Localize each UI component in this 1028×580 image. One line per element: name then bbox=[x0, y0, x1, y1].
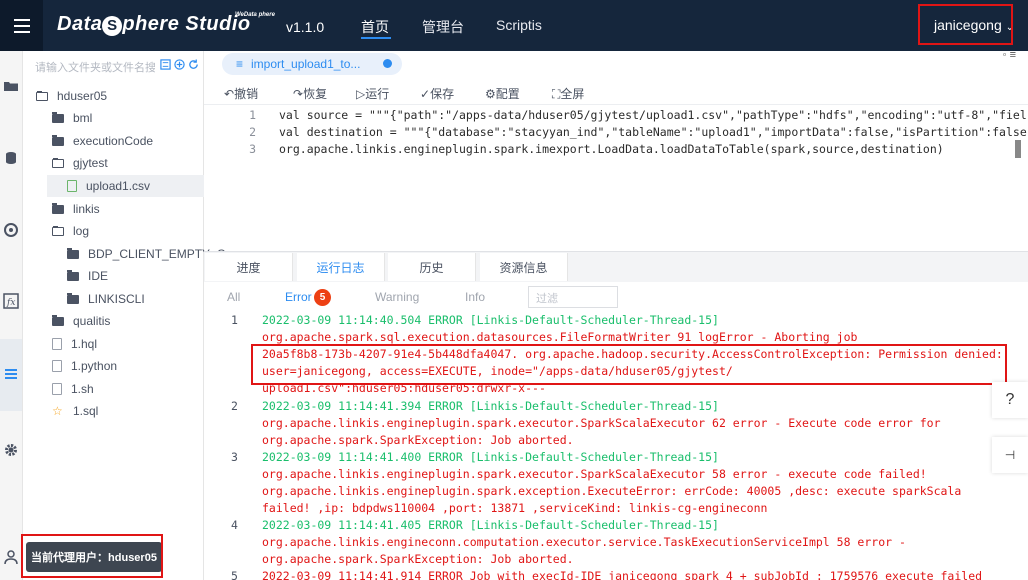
file-tree-panel: 请输入文件夹或文件名搜 hduser05 bml executionCode g… bbox=[23, 51, 225, 580]
editor-scrollbar[interactable] bbox=[1015, 140, 1021, 158]
shell-file-icon bbox=[52, 383, 62, 395]
config-button[interactable]: ⚙配置 bbox=[485, 85, 520, 102]
undo-button[interactable]: ↶撤销 bbox=[224, 85, 258, 102]
database-icon[interactable] bbox=[3, 150, 19, 166]
save-button[interactable]: ✓保存 bbox=[420, 85, 454, 102]
tree-item-1-hql[interactable]: 1.hql bbox=[52, 335, 97, 353]
error-count-badge: 5 bbox=[314, 289, 331, 306]
filter-warning[interactable]: Warning bbox=[375, 290, 419, 304]
tree-item-qualitis[interactable]: qualitis bbox=[52, 312, 110, 330]
folder-icon bbox=[67, 292, 79, 304]
hql-file-icon bbox=[52, 338, 62, 350]
folder-icon[interactable] bbox=[3, 78, 19, 94]
output-tabs: 进度 运行日志 历史 资源信息 bbox=[204, 251, 1028, 282]
fullscreen-button[interactable]: ⛶全屏 bbox=[552, 85, 584, 102]
svg-text:fx: fx bbox=[6, 298, 15, 308]
file-icon: ≡ bbox=[236, 57, 244, 71]
tab-import-upload1[interactable]: ≡ import_upload1_to... bbox=[222, 53, 402, 75]
tree-item-hduser05[interactable]: hduser05 bbox=[36, 87, 107, 105]
left-icon-bar: fx bbox=[0, 51, 23, 580]
folder-open-icon bbox=[36, 90, 48, 101]
filter-error[interactable]: Error bbox=[285, 290, 312, 304]
menu-icon[interactable] bbox=[0, 0, 43, 51]
tree-item-log[interactable]: log bbox=[52, 222, 89, 240]
nav-console[interactable]: 管理台 bbox=[422, 17, 464, 37]
nav-home[interactable]: 首页 bbox=[361, 17, 389, 37]
highlight-box-proxy-user bbox=[21, 534, 163, 578]
folder-icon bbox=[52, 314, 64, 326]
folder-icon bbox=[52, 202, 64, 214]
csv-file-icon bbox=[67, 180, 77, 192]
editor-panel: ≡ import_upload1_to... ◦ ≡ ↶撤销 ↷恢复 ▷运行 ✓… bbox=[204, 49, 1028, 251]
collapse-icon[interactable]: ⊣ bbox=[992, 437, 1028, 473]
gear-icon[interactable] bbox=[3, 442, 19, 458]
tab-progress[interactable]: 进度 bbox=[205, 253, 293, 281]
tree-sort-icon[interactable] bbox=[160, 59, 171, 70]
folder-open-icon bbox=[52, 157, 64, 168]
list-icon[interactable] bbox=[3, 366, 19, 382]
tree-item-executioncode[interactable]: executionCode bbox=[52, 132, 153, 150]
tree-item-gjytest[interactable]: gjytest bbox=[52, 154, 108, 172]
tab-history[interactable]: 历史 bbox=[388, 253, 476, 281]
nav-scriptis[interactable]: Scriptis bbox=[496, 17, 542, 33]
folder-icon bbox=[52, 111, 64, 123]
tree-item-ide[interactable]: IDE bbox=[67, 267, 108, 285]
tree-item-bdp-client[interactable]: BDP_CLIENT_EMPTY_C bbox=[67, 245, 225, 263]
tree-item-1-sql[interactable]: ☆ 1.sql bbox=[52, 402, 98, 420]
unsaved-dot-icon bbox=[383, 59, 392, 68]
version-label: v1.1.0 bbox=[286, 19, 325, 35]
top-bar: Data Sphere Studio WeData phere v1.1.0 首页… bbox=[0, 0, 1028, 51]
highlight-box-user bbox=[918, 4, 1013, 45]
highlight-box-permission-error bbox=[251, 344, 1007, 385]
run-button[interactable]: ▷运行 bbox=[356, 85, 389, 102]
help-icon[interactable]: ? bbox=[992, 382, 1028, 418]
tree-item-1-sh[interactable]: 1.sh bbox=[52, 380, 94, 398]
function-icon[interactable]: fx bbox=[3, 293, 19, 309]
tree-item-linkiscli[interactable]: LINKISCLI bbox=[67, 290, 145, 308]
add-icon[interactable] bbox=[174, 59, 185, 70]
redo-button[interactable]: ↷恢复 bbox=[293, 85, 327, 102]
folder-open-icon bbox=[52, 225, 64, 236]
tree-item-linkis[interactable]: linkis bbox=[52, 200, 100, 218]
folder-icon bbox=[67, 247, 79, 259]
tab-run-log[interactable]: 运行日志 bbox=[297, 253, 385, 281]
folder-icon bbox=[67, 269, 79, 281]
user-icon[interactable] bbox=[3, 549, 19, 565]
file-search-input[interactable]: 请输入文件夹或文件名搜 bbox=[35, 59, 155, 75]
star-icon: ☆ bbox=[52, 404, 63, 418]
filter-all[interactable]: All bbox=[227, 290, 240, 304]
panel-menu-icon[interactable]: ◦ ≡ bbox=[1003, 49, 1016, 61]
target-icon[interactable] bbox=[3, 222, 19, 238]
filter-info[interactable]: Info bbox=[465, 290, 485, 304]
tree-item-upload1-csv[interactable]: upload1.csv bbox=[67, 177, 150, 195]
tab-resource-info[interactable]: 资源信息 bbox=[480, 253, 568, 281]
python-file-icon bbox=[52, 360, 62, 372]
folder-icon bbox=[52, 134, 64, 146]
brand-logo: Data Sphere Studio bbox=[57, 13, 251, 36]
tree-item-1-python[interactable]: 1.python bbox=[52, 357, 117, 375]
brand-sup: WeData phere bbox=[235, 12, 275, 18]
editor-toolbar: ↶撤销 ↷恢复 ▷运行 ✓保存 ⚙配置 ⛶全屏 bbox=[204, 79, 1028, 105]
nav-active-indicator bbox=[361, 37, 391, 39]
log-filter-input[interactable]: 过滤 bbox=[528, 286, 618, 308]
tree-item-bml[interactable]: bml bbox=[52, 109, 92, 127]
refresh-icon[interactable] bbox=[188, 59, 199, 70]
